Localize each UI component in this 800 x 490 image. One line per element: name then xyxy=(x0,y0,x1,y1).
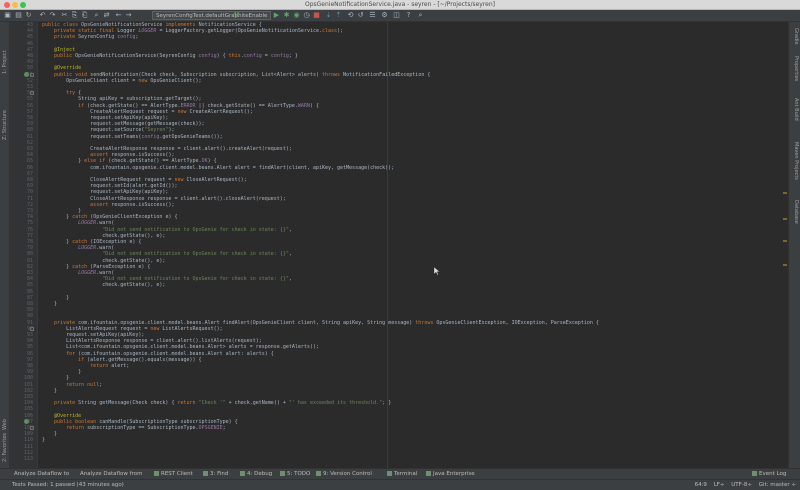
code-line[interactable]: OpsGenieClient client = new OpsGenieClie… xyxy=(42,78,201,84)
warning-marker[interactable] xyxy=(783,192,787,194)
window-title-bar: OpsGenieNotificationService.java - seyre… xyxy=(0,0,800,10)
stop-icon[interactable]: ■ xyxy=(312,11,321,20)
code-line[interactable]: } xyxy=(42,388,57,394)
copy-icon[interactable]: ⎘ xyxy=(70,11,79,20)
vcs-commit-icon[interactable]: ⇡ xyxy=(334,11,343,20)
tab-find[interactable]: 3: Find xyxy=(203,470,228,479)
cut-icon[interactable]: ✂ xyxy=(60,11,69,20)
revert-icon[interactable]: ↺ xyxy=(356,11,365,20)
tab-structure[interactable]: Z: Structure xyxy=(2,110,8,140)
main-toolbar: SeyrenConfigTest.defaultGraphiteEnable ▣… xyxy=(0,10,800,22)
tab-todo[interactable]: 5: TODO xyxy=(280,470,310,479)
tab-ant-build[interactable]: Ant Build xyxy=(793,98,799,121)
coverage-icon[interactable]: ◉ xyxy=(292,11,301,20)
fold-toggle-icon[interactable] xyxy=(30,72,34,77)
code-line[interactable]: public OpsGenieNotificationService(Seyre… xyxy=(42,53,298,59)
back-icon[interactable]: ← xyxy=(114,11,123,20)
tab-favorites[interactable]: 2: Favorites xyxy=(2,433,8,462)
code-line[interactable]: check.getState(), e); xyxy=(42,282,165,288)
rest-client-icon xyxy=(154,470,159,476)
settings-icon[interactable]: ⚙ xyxy=(380,11,389,20)
undo-icon[interactable]: ↶ xyxy=(38,11,47,20)
warning-marker[interactable] xyxy=(783,240,787,242)
structure-icon[interactable]: ☰ xyxy=(368,11,377,20)
status-widgets: 64:9 LF÷ UTF-8÷ Git: master ÷ xyxy=(690,481,796,490)
terminal-icon xyxy=(387,470,392,476)
fold-toggle-icon[interactable] xyxy=(30,91,34,96)
build-icon[interactable]: ⚒ xyxy=(232,11,241,20)
fold-toggle-icon[interactable] xyxy=(30,326,34,331)
warning-marker[interactable] xyxy=(783,264,787,266)
debug-icon[interactable]: ✱ xyxy=(282,11,291,20)
debug-icon xyxy=(240,470,245,476)
run-configuration-select[interactable]: SeyrenConfigTest.defaultGraphiteEnable xyxy=(152,11,272,20)
tab-maven-projects[interactable]: Maven Projects xyxy=(793,142,799,180)
tab-analyze-dataflow-to[interactable]: Analyze Dataflow to xyxy=(14,470,69,479)
tab-web[interactable]: Web xyxy=(2,419,8,430)
todo-icon xyxy=(280,470,285,476)
find-icon xyxy=(203,470,208,476)
java-enterprise-icon xyxy=(426,470,431,476)
code-line[interactable]: return subscriptionType == SubscriptionT… xyxy=(42,425,226,431)
sdk-icon[interactable]: ◫ xyxy=(392,11,401,20)
event-log-icon xyxy=(752,470,757,476)
code-line[interactable]: private SeyrenConfig config; xyxy=(42,34,138,40)
caret-position[interactable]: 64:9 xyxy=(695,482,707,488)
code-line[interactable]: } xyxy=(42,437,45,443)
code-line[interactable]: request.setTeams(config.getOpsGenieTeams… xyxy=(42,134,222,140)
sync-icon[interactable]: ↻ xyxy=(24,11,33,20)
tab-debug[interactable]: 4: Debug xyxy=(240,470,272,479)
tab-properties[interactable]: Properties xyxy=(793,56,799,81)
file-encoding-select[interactable]: UTF-8÷ xyxy=(731,482,752,488)
save-icon[interactable]: ▤ xyxy=(14,11,23,20)
right-tool-strip: Gradle Ant Build Maven Projects Database… xyxy=(788,22,800,468)
line-separator-select[interactable]: LF÷ xyxy=(714,482,725,488)
history-icon[interactable]: ⟲ xyxy=(346,11,355,20)
tab-terminal[interactable]: Terminal xyxy=(387,470,417,479)
status-message[interactable]: Tests Passed: 1 passed (43 minutes ago) xyxy=(12,481,124,490)
code-line[interactable]: } xyxy=(42,301,57,307)
code-editor[interactable]: public class OpsGenieNotificationService… xyxy=(38,22,788,468)
status-bar: Tests Passed: 1 passed (43 minutes ago) … xyxy=(0,479,800,490)
tab-version-control[interactable]: 9: Version Control xyxy=(316,470,372,479)
fold-toggle-icon[interactable] xyxy=(30,426,34,430)
warning-marker[interactable] xyxy=(783,218,787,220)
tab-java-enterprise[interactable]: Java Enterprise xyxy=(426,470,475,479)
left-tool-strip: 1: Project Z: Structure Web 2: Favorites xyxy=(0,22,10,468)
paste-icon[interactable]: ⎗ xyxy=(80,11,89,20)
tab-gradle[interactable]: Gradle xyxy=(793,28,799,45)
find-icon[interactable]: ⌕ xyxy=(92,11,101,20)
tab-analyze-dataflow-from[interactable]: Analyze Dataflow from xyxy=(80,470,142,479)
folder-icon[interactable]: ▣ xyxy=(3,11,12,20)
tab-rest-client[interactable]: REST Client xyxy=(154,470,193,479)
vcs-update-icon[interactable]: ⇣ xyxy=(324,11,333,20)
code-line[interactable]: private String getMessage(Check check) {… xyxy=(42,400,391,406)
search-everywhere-icon[interactable]: ⌕ xyxy=(416,11,425,20)
window-title: OpsGenieNotificationService.java - seyre… xyxy=(305,1,495,8)
forward-icon[interactable]: → xyxy=(124,11,133,20)
line-number: 113 xyxy=(23,456,33,462)
vcs-branch-select[interactable]: Git: master ÷ xyxy=(759,482,796,488)
line-number-gutter[interactable]: 43 44 45 46 47 48 49 50 51 52 53 54 55 56 57 58 59 60 61 62… xyxy=(10,22,38,468)
mouse-pointer-icon xyxy=(434,267,440,275)
version-control-icon xyxy=(316,470,321,476)
code-line[interactable]: com.ifountain.opsgenie.client.model.bean… xyxy=(42,165,394,171)
redo-icon[interactable]: ↷ xyxy=(48,11,57,20)
profile-icon[interactable]: ◷ xyxy=(302,11,311,20)
tab-database[interactable]: Database xyxy=(793,200,799,224)
help-icon[interactable]: ? xyxy=(404,11,413,20)
bottom-tool-tabs: Analyze Dataflow to Analyze Dataflow fro… xyxy=(0,468,800,479)
run-icon[interactable]: ▶ xyxy=(272,11,281,20)
tab-project[interactable]: 1: Project xyxy=(2,50,8,74)
replace-icon[interactable]: ⇄ xyxy=(102,11,111,20)
tab-event-log[interactable]: Event Log xyxy=(752,470,786,479)
editor-error-stripe[interactable] xyxy=(783,22,787,468)
